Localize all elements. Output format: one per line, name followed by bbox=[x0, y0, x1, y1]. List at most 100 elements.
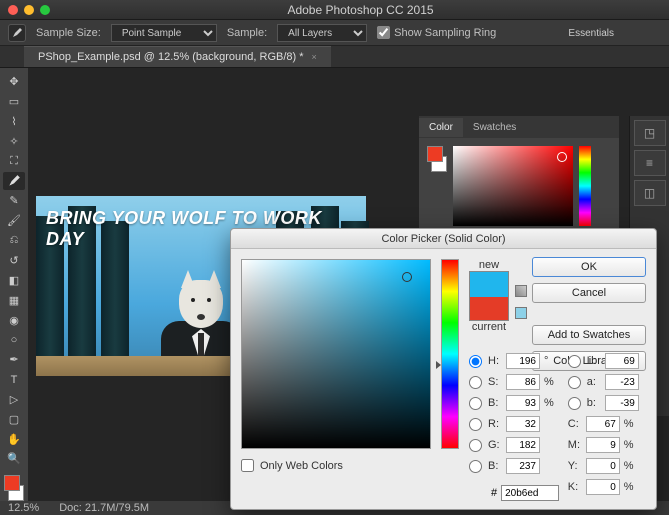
l-radio[interactable] bbox=[568, 355, 581, 368]
window-controls[interactable] bbox=[8, 5, 50, 15]
hash-label: # bbox=[491, 487, 497, 499]
bl-input[interactable] bbox=[506, 458, 540, 474]
websafe-swatch[interactable] bbox=[515, 307, 527, 319]
hex-input[interactable] bbox=[501, 485, 559, 501]
g-label: G: bbox=[488, 439, 502, 451]
show-ring-input[interactable] bbox=[377, 26, 390, 39]
maximize-icon[interactable] bbox=[40, 5, 50, 15]
document-tab[interactable]: PShop_Example.psd @ 12.5% (background, R… bbox=[24, 46, 331, 67]
lb-label: b: bbox=[587, 397, 601, 409]
hex-field: # bbox=[491, 485, 559, 501]
hue-marker[interactable] bbox=[436, 361, 441, 369]
ok-button[interactable]: OK bbox=[532, 257, 646, 277]
h-input[interactable] bbox=[506, 353, 540, 369]
h-unit: ° bbox=[544, 355, 548, 367]
brush-tool[interactable]: 🖌 bbox=[3, 212, 25, 230]
k-input[interactable] bbox=[586, 479, 620, 495]
c-label: C: bbox=[568, 418, 582, 430]
current-color-swatch[interactable] bbox=[470, 297, 508, 321]
layers-panel-icon[interactable]: ◫ bbox=[634, 180, 666, 206]
sample-dropdown[interactable]: All Layers bbox=[277, 24, 367, 42]
h-label: H: bbox=[488, 355, 502, 367]
rectangle-tool[interactable]: ▢ bbox=[3, 410, 25, 428]
foreground-color[interactable] bbox=[4, 475, 20, 491]
tab-swatches[interactable]: Swatches bbox=[463, 118, 526, 137]
properties-panel-icon[interactable]: ≡ bbox=[634, 150, 666, 176]
b-input[interactable] bbox=[506, 395, 540, 411]
eyedropper-icon[interactable] bbox=[8, 24, 26, 42]
r-input[interactable] bbox=[506, 416, 540, 432]
doc-info[interactable]: Doc: 21.7M/79.5M bbox=[59, 502, 149, 514]
add-to-swatches-button[interactable]: Add to Swatches bbox=[532, 325, 646, 345]
web-colors-input[interactable] bbox=[241, 459, 254, 472]
sample-label: Sample: bbox=[227, 27, 267, 39]
clone-stamp-tool[interactable]: ⎌ bbox=[3, 232, 25, 250]
move-tool[interactable]: ✥ bbox=[3, 73, 25, 91]
sat-val-field[interactable] bbox=[241, 259, 431, 449]
only-web-colors-checkbox[interactable]: Only Web Colors bbox=[241, 459, 343, 472]
g-input[interactable] bbox=[506, 437, 540, 453]
crop-tool[interactable]: ⛶ bbox=[3, 152, 25, 170]
k-unit: % bbox=[624, 481, 634, 493]
a-input[interactable] bbox=[605, 374, 639, 390]
y-label: Y: bbox=[568, 460, 582, 472]
sample-size-dropdown[interactable]: Point Sample bbox=[111, 24, 217, 42]
r-radio[interactable] bbox=[469, 418, 482, 431]
path-select-tool[interactable]: ▷ bbox=[3, 391, 25, 409]
hand-tool[interactable]: ✋ bbox=[3, 430, 25, 448]
magic-wand-tool[interactable]: ✧ bbox=[3, 133, 25, 151]
lb-radio[interactable] bbox=[568, 397, 581, 410]
options-bar: Sample Size: Point Sample Sample: All La… bbox=[0, 20, 669, 46]
workspace-switcher[interactable]: Essentials bbox=[568, 28, 614, 39]
close-icon[interactable] bbox=[8, 5, 18, 15]
close-tab-icon[interactable]: × bbox=[312, 52, 317, 62]
c-input[interactable] bbox=[586, 416, 620, 432]
m-input[interactable] bbox=[586, 437, 620, 453]
cancel-button[interactable]: Cancel bbox=[532, 283, 646, 303]
current-label: current bbox=[469, 321, 509, 333]
s-input[interactable] bbox=[506, 374, 540, 390]
tab-color[interactable]: Color bbox=[419, 118, 463, 137]
color-panel-hue[interactable] bbox=[579, 146, 591, 226]
eyedropper-tool[interactable] bbox=[3, 172, 25, 190]
gradient-tool[interactable]: ▦ bbox=[3, 291, 25, 309]
blur-tool[interactable]: ◉ bbox=[3, 311, 25, 329]
panel-fgbg-swatch[interactable] bbox=[427, 146, 447, 226]
y-input[interactable] bbox=[586, 458, 620, 474]
type-tool[interactable]: T bbox=[3, 371, 25, 389]
bl-label: B: bbox=[488, 460, 502, 472]
zoom-level[interactable]: 12.5% bbox=[8, 502, 39, 514]
satval-marker[interactable] bbox=[402, 272, 412, 282]
b-radio[interactable] bbox=[469, 397, 482, 410]
document-tab-label: PShop_Example.psd @ 12.5% (background, R… bbox=[38, 51, 304, 63]
history-brush-tool[interactable]: ↺ bbox=[3, 252, 25, 270]
marquee-tool[interactable]: ▭ bbox=[3, 93, 25, 111]
healing-brush-tool[interactable]: ✎ bbox=[3, 192, 25, 210]
color-fields: H:° S:% B:% R: G: B: L: a: b: C:% M:% Y:… bbox=[469, 353, 646, 500]
dodge-tool[interactable]: ○ bbox=[3, 331, 25, 349]
hue-strip[interactable] bbox=[441, 259, 459, 449]
a-radio[interactable] bbox=[568, 376, 581, 389]
color-panel-field[interactable] bbox=[453, 146, 573, 226]
pen-tool[interactable]: ✒ bbox=[3, 351, 25, 369]
foreground-background-swatch[interactable] bbox=[4, 475, 24, 501]
document-tabs: PShop_Example.psd @ 12.5% (background, R… bbox=[0, 46, 669, 68]
lb-input[interactable] bbox=[605, 395, 639, 411]
show-ring-label: Show Sampling Ring bbox=[394, 27, 496, 39]
zoom-tool[interactable]: 🔍 bbox=[3, 450, 25, 468]
show-sampling-ring-checkbox[interactable]: Show Sampling Ring bbox=[377, 26, 496, 39]
s-unit: % bbox=[544, 376, 554, 388]
minimize-icon[interactable] bbox=[24, 5, 34, 15]
lasso-tool[interactable]: ⌇ bbox=[3, 113, 25, 131]
s-radio[interactable] bbox=[469, 376, 482, 389]
new-color-swatch bbox=[470, 272, 508, 297]
bl-radio[interactable] bbox=[469, 460, 482, 473]
eraser-tool[interactable]: ◧ bbox=[3, 271, 25, 289]
gamut-warning-icon[interactable] bbox=[515, 285, 527, 297]
l-input[interactable] bbox=[605, 353, 639, 369]
h-radio[interactable] bbox=[469, 355, 482, 368]
color-panel: Color Swatches bbox=[419, 116, 619, 234]
color-preview: new current bbox=[469, 259, 509, 333]
g-radio[interactable] bbox=[469, 439, 482, 452]
history-panel-icon[interactable]: ◳ bbox=[634, 120, 666, 146]
